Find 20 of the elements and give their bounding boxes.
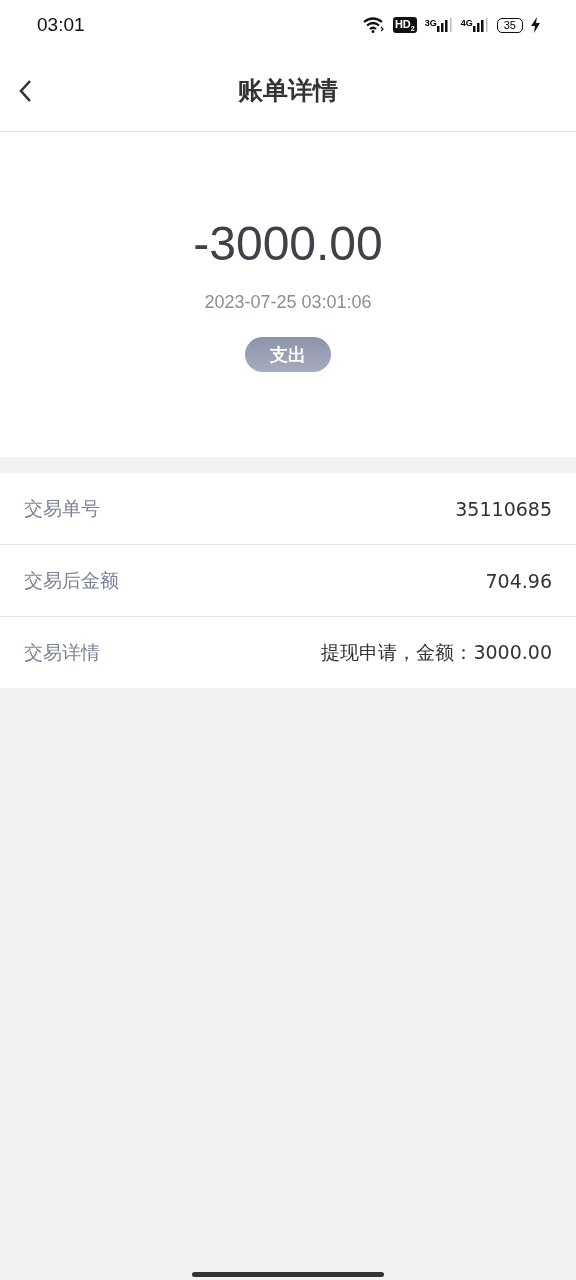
detail-label: 交易单号	[24, 495, 100, 521]
hd-badge: HD$_{2}$	[392, 16, 417, 34]
signal-icon	[436, 18, 453, 32]
transaction-time: 2023-07-25 03:01:06	[204, 292, 372, 313]
charging-icon	[531, 17, 540, 33]
page-title: 账单详情	[238, 75, 338, 107]
detail-label: 交易后金额	[24, 567, 119, 593]
signal-icon	[472, 18, 489, 32]
network-label: 3G	[424, 18, 437, 28]
amount: -3000.00	[193, 216, 383, 272]
detail-value: 35110685	[455, 497, 552, 520]
network-label: 4G	[460, 18, 473, 28]
status-time: 03:01	[37, 14, 85, 36]
type-tag: 支出	[245, 337, 331, 372]
detail-label: 交易详情	[24, 639, 100, 665]
wifi-icon	[362, 17, 385, 33]
detail-value: 提现申请，金额：3000.00	[321, 639, 552, 665]
detail-value: 704.96	[485, 569, 552, 592]
battery-level: 35	[496, 17, 523, 33]
back-icon[interactable]	[18, 79, 32, 103]
